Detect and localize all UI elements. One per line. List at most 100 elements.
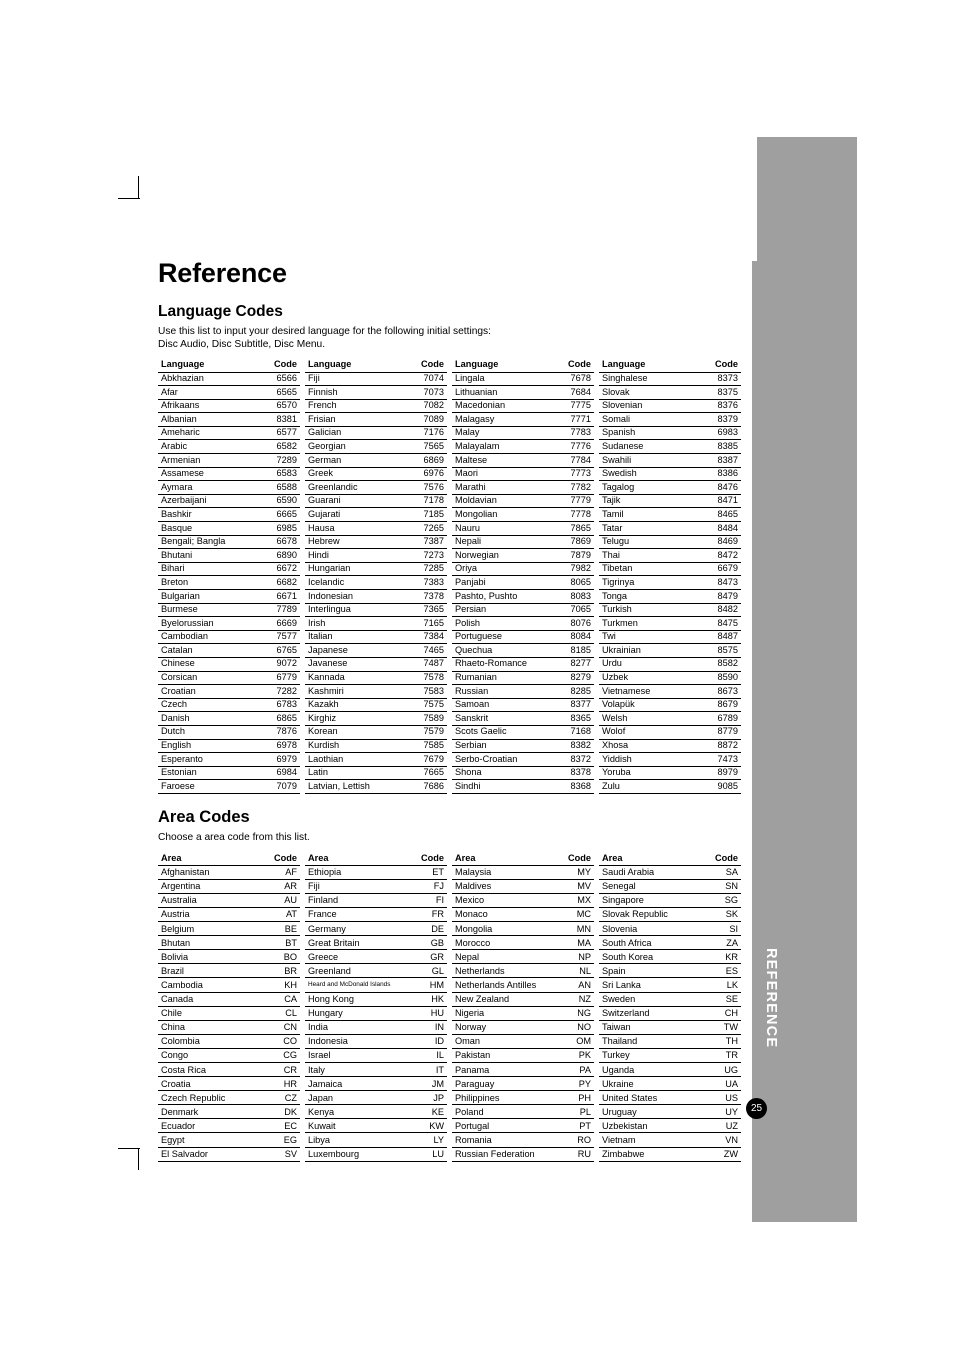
cell-name: Denmark [158,1104,260,1119]
cell-name: Vietnam [599,1132,701,1148]
table-row: Gujarati 7185 [305,507,447,522]
table-row: Greenland GL [305,963,447,978]
cell-name: Slovak [599,385,695,400]
cell-code: GB [407,935,447,950]
table-row: Sri Lanka LK [599,977,741,993]
header-name: Area [599,851,701,866]
cell-name: Italian [305,629,401,644]
side-tab-label: REFERENCE [763,948,779,1049]
cell-name: Spanish [599,425,695,440]
cell-name: Malaysia [452,864,554,880]
table-row: Monaco MC [452,906,594,922]
table-row: Greece GR [305,949,447,964]
cell-name: Uzbek [599,670,695,685]
cell-code: NP [554,949,594,964]
cell-name: Telugu [599,534,695,549]
cell-name: Philippines [452,1090,554,1105]
table-row: Portugal PT [452,1118,594,1133]
cell-code: 6869 [401,453,447,468]
cell-name: Guarani [305,493,401,508]
cell-name: Latvian, Lettish [305,779,401,794]
cell-code: 7273 [401,548,447,563]
table-row: Bolivia BO [158,949,300,964]
cell-name: French [305,398,401,413]
header-code: Code [401,358,447,373]
table-row: Hausa 7265 [305,521,447,536]
table-row: Swedish 8386 [599,466,741,481]
table-row: English 6978 [158,738,300,753]
table-row: Slovenia SI [599,921,741,936]
table-row: Turkey TR [599,1047,741,1063]
cell-name: Greenlandic [305,480,401,495]
cell-name: Hungarian [305,561,401,576]
cell-name: Samoan [452,697,548,712]
cell-name: Uzbekistan [599,1118,701,1133]
cell-name: Hebrew [305,534,401,549]
cell-name: Oriya [452,561,548,576]
cell-name: Greece [305,949,407,964]
cell-code: 7782 [548,480,594,495]
cell-name: Somali [599,412,695,427]
cell-name: Nauru [452,521,548,536]
cell-code: TW [701,1019,741,1035]
cell-name: Heard and McDonald Islands [305,977,407,993]
cell-name: Gujarati [305,507,401,522]
language-codes-intro: Use this list to input your desired lang… [158,325,743,351]
table-row: Israel IL [305,1047,447,1063]
cell-name: Italy [305,1062,407,1077]
cell-name: Burmese [158,602,254,617]
table-row: Oman OM [452,1033,594,1049]
cell-name: Icelandic [305,575,401,590]
cell-name: Vietnamese [599,684,695,699]
table-row: Kazakh 7575 [305,697,447,712]
table-row: United States US [599,1090,741,1105]
cell-code: ZA [701,935,741,950]
table-row: Rhaeto-Romance 8277 [452,656,594,672]
cell-name: Great Britain [305,935,407,950]
cell-name: Cambodia [158,977,260,993]
cell-code: 7684 [548,385,594,400]
cell-name: Serbo-Croatian [452,752,548,767]
cell-name: Bolivia [158,949,260,964]
cell-name: Portuguese [452,629,548,644]
cell-code: 7265 [401,521,447,536]
cell-code: 7789 [254,602,300,617]
cell-name: Yoruba [599,765,695,780]
cell-code: 6583 [254,466,300,481]
cell-code: 8575 [695,643,741,658]
cell-code: 8375 [695,385,741,400]
cell-code: LK [701,977,741,993]
table-row: Malay 7783 [452,425,594,440]
table-row: Catalan 6765 [158,643,300,658]
table-row: Ethiopia ET [305,864,447,880]
table-row: Costa Rica CR [158,1062,300,1077]
table-row: Maldives MV [452,878,594,894]
table-row: Slovak Republic SK [599,906,741,922]
table-row: Lithuanian 7684 [452,385,594,400]
table-row: Pashto, Pushto 8083 [452,589,594,604]
cell-name: Panjabi [452,575,548,590]
cell-name: Lingala [452,371,548,386]
cell-name: German [305,453,401,468]
table-row: Uzbek 8590 [599,670,741,685]
table-row: Estonian 6984 [158,765,300,780]
table-row: Switzerland CH [599,1005,741,1021]
cell-code: UZ [701,1118,741,1133]
cell-name: Croatian [158,684,254,699]
cell-code: 7578 [401,670,447,685]
cell-name: Bhutani [158,548,254,563]
cell-name: Malay [452,425,548,440]
cell-name: Panama [452,1062,554,1077]
cell-code: AR [260,878,300,894]
cell-code: 7773 [548,466,594,481]
header-name: Language [305,358,401,373]
cell-code: IN [407,1019,447,1035]
cell-name: Aymara [158,480,254,495]
cell-code: 6588 [254,480,300,495]
cell-name: Israel [305,1047,407,1063]
cell-name: Kuwait [305,1118,407,1133]
table-row: Latvian, Lettish 7686 [305,779,447,794]
cell-code: MC [554,906,594,922]
table-row: Galician 7176 [305,425,447,440]
table-row: Portuguese 8084 [452,629,594,644]
